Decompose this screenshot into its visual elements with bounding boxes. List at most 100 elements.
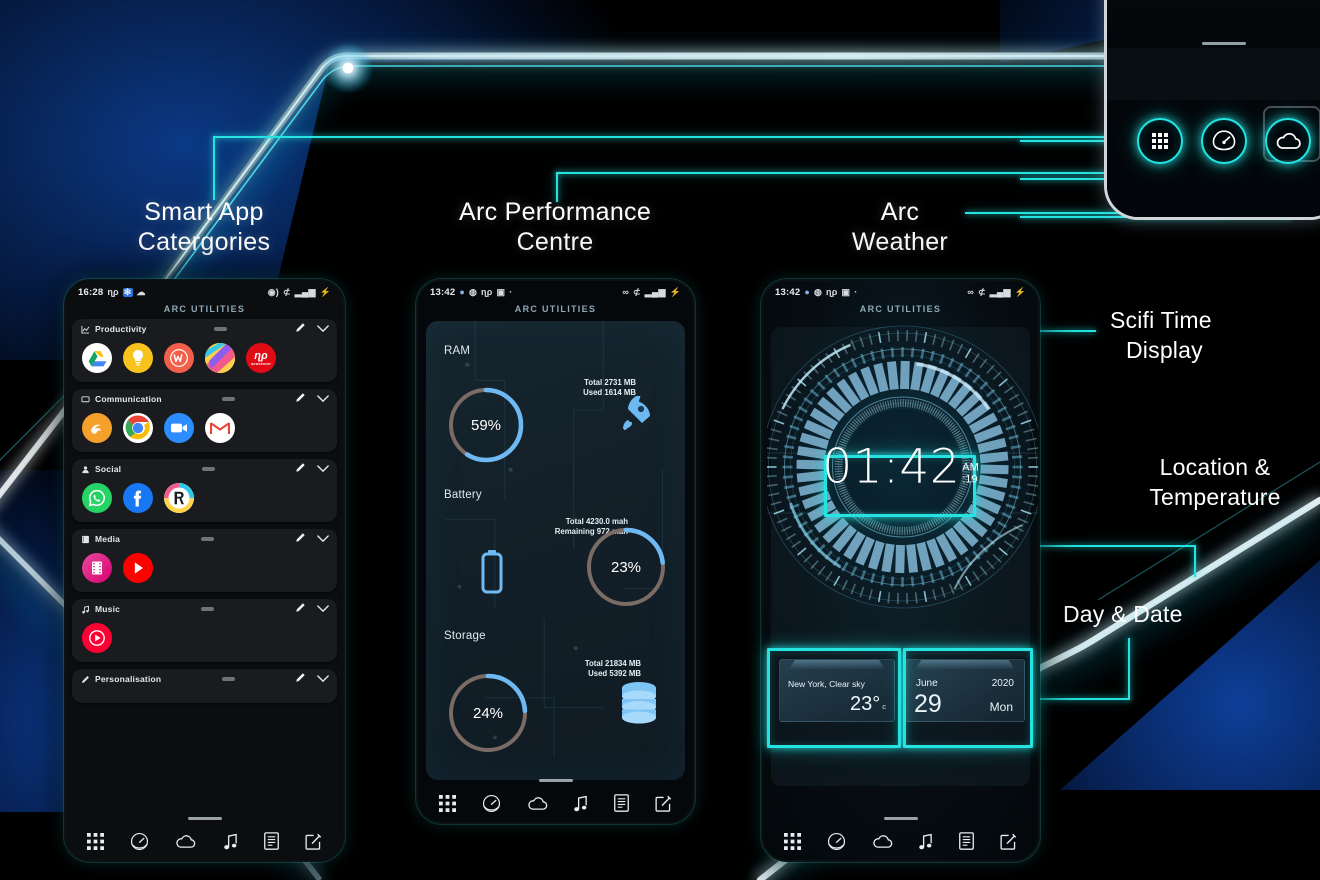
np-icon: ɳρ (481, 286, 493, 297)
chevron-down-icon[interactable] (317, 460, 329, 478)
category-actions (295, 530, 329, 548)
ram-total: Total 2731 MB (584, 378, 636, 387)
edit-pencil-icon[interactable] (295, 530, 306, 548)
nav-cloud-icon[interactable] (527, 796, 548, 811)
drag-handle[interactable] (201, 537, 215, 541)
category-card-productivity[interactable]: Productivity ɳρ NEWSPOINT (72, 319, 337, 382)
app-icon-whatsapp[interactable] (82, 483, 112, 513)
dot-icon: ● (459, 286, 465, 297)
nav-speedometer-icon[interactable] (482, 794, 501, 813)
app-icon-uc-browser[interactable] (82, 413, 112, 443)
category-card-social[interactable]: Social (72, 459, 337, 522)
phone1-app-title: ARC UTILITIES (163, 304, 246, 314)
connector-loc-vert2 (1194, 545, 1196, 577)
drag-handle[interactable] (221, 397, 235, 401)
chevron-down-icon[interactable] (317, 530, 329, 548)
drag-handle[interactable] (221, 677, 235, 681)
nav-speedometer-icon[interactable] (130, 832, 149, 851)
edit-pencil-icon[interactable] (295, 670, 306, 688)
nav-music-note-icon[interactable] (223, 833, 238, 850)
nav-document-icon[interactable] (263, 832, 279, 850)
section-label-storage: Storage (444, 630, 486, 642)
category-header[interactable]: Communication (72, 389, 337, 409)
mute-icon: ⊄ (633, 286, 641, 297)
app-icon-youtube-music[interactable] (82, 623, 112, 653)
statusbar-left: 16:28 ɳρ ✻ ☁ (78, 287, 146, 298)
chevron-down-icon[interactable] (317, 670, 329, 688)
app-icon-youtube[interactable] (123, 553, 153, 583)
drag-handle[interactable] (214, 327, 228, 331)
chevron-down-icon[interactable] (317, 320, 329, 338)
database-icon (618, 681, 660, 730)
nav-music-note-icon[interactable] (918, 833, 933, 850)
app-icon-media-gallery[interactable] (82, 553, 112, 583)
chevron-down-icon[interactable] (317, 390, 329, 408)
app-icon-zoom[interactable] (164, 413, 194, 443)
home-indicator (538, 779, 573, 782)
nav-document-icon[interactable] (959, 832, 975, 850)
app-icon-facebook[interactable] (123, 483, 153, 513)
category-header[interactable]: Social (72, 459, 337, 479)
scifi-clock-widget[interactable]: 01:42 AM :19 (767, 317, 1038, 617)
nav-speedometer-icon[interactable] (827, 832, 846, 851)
edit-pencil-icon[interactable] (295, 600, 306, 618)
heading-line1: Arc (880, 198, 920, 226)
category-card-personalisation[interactable]: Personalisation (72, 669, 337, 703)
nav-compose-icon[interactable] (305, 833, 322, 850)
category-header[interactable]: Personalisation (72, 669, 337, 689)
nav-apps-grid-icon[interactable] (87, 832, 105, 850)
mute-icon: ⊄ (978, 286, 986, 297)
performance-card: RAM Total 2731 MB Used 1614 MB 59% Batte… (426, 321, 685, 780)
chevron-down-icon[interactable] (317, 600, 329, 618)
app-icon-google-drive[interactable] (82, 343, 112, 373)
category-header[interactable]: Music (72, 599, 337, 619)
shortcut-apps-grid-circle[interactable] (1137, 118, 1183, 164)
nav-apps-grid-icon[interactable] (783, 832, 801, 850)
apps-grid-icon (1152, 133, 1168, 149)
app-icon-realme[interactable] (164, 483, 194, 513)
connector-cat-vert (213, 136, 215, 200)
phone1-statusbar: 16:28 ɳρ ✻ ☁ ◉) ⊄ ▂▄▆ ⚡ (66, 281, 343, 303)
nav-compose-icon[interactable] (1000, 833, 1017, 850)
shortcut-cloud-circle[interactable] (1265, 118, 1311, 164)
nav-cloud-icon[interactable] (175, 834, 196, 849)
statusbar-right: ◉) ⊄ ▂▄▆ ⚡ (268, 287, 331, 297)
heading-arc-performance-centre: Arc Performance Centre (410, 197, 700, 257)
category-header[interactable]: Productivity (72, 319, 337, 339)
highlight-box-weather (767, 648, 901, 748)
app-icon-gallery[interactable] (205, 343, 235, 373)
app-icon-chrome[interactable] (123, 413, 153, 443)
app-icon-gmail[interactable] (205, 413, 235, 443)
category-card-communication[interactable]: Communication (72, 389, 337, 452)
shortcut-speedometer-circle[interactable] (1201, 118, 1247, 164)
app-icon-newspoint[interactable]: ɳρ NEWSPOINT (246, 343, 276, 373)
heading-line1: Smart App (144, 198, 264, 226)
section-label-ram: RAM (444, 345, 471, 357)
statusbar-clock: 13:42 (775, 286, 801, 298)
phone2-navbar (418, 784, 693, 822)
app-icon-keep-notes[interactable] (123, 343, 153, 373)
bluetooth-icon: ✻ (122, 286, 133, 297)
nav-compose-icon[interactable] (655, 795, 672, 812)
edit-pencil-icon[interactable] (295, 320, 306, 338)
callout-line1: Location & (1159, 454, 1271, 480)
nav-cloud-icon[interactable] (872, 834, 893, 849)
category-card-media[interactable]: Media (72, 529, 337, 592)
app-icon-wps-office[interactable] (164, 343, 194, 373)
nav-document-icon[interactable] (614, 794, 630, 812)
category-card-music[interactable]: Music (72, 599, 337, 662)
drag-handle[interactable] (201, 467, 215, 471)
clock-readout: 01:42 AM :19 (822, 443, 978, 490)
edit-pencil-icon[interactable] (295, 390, 306, 408)
storage-used: Used 5392 MB (588, 669, 641, 678)
nav-apps-grid-icon[interactable] (438, 794, 456, 812)
nav-music-note-icon[interactable] (573, 795, 588, 812)
ram-ring: 59% (444, 383, 528, 467)
drag-handle[interactable] (201, 607, 215, 611)
callout-line1: Scifi Time (1110, 307, 1212, 333)
edit-pencil-icon[interactable] (295, 460, 306, 478)
category-header[interactable]: Media (72, 529, 337, 549)
category-title: Productivity (95, 324, 147, 334)
category-apps-empty (72, 689, 337, 703)
phone3-screen: 13:42 ● ◍ ɳρ ▣ · ∞ ⊄ ▂▄▆ ⚡ ARC UTILITIES (763, 281, 1038, 860)
